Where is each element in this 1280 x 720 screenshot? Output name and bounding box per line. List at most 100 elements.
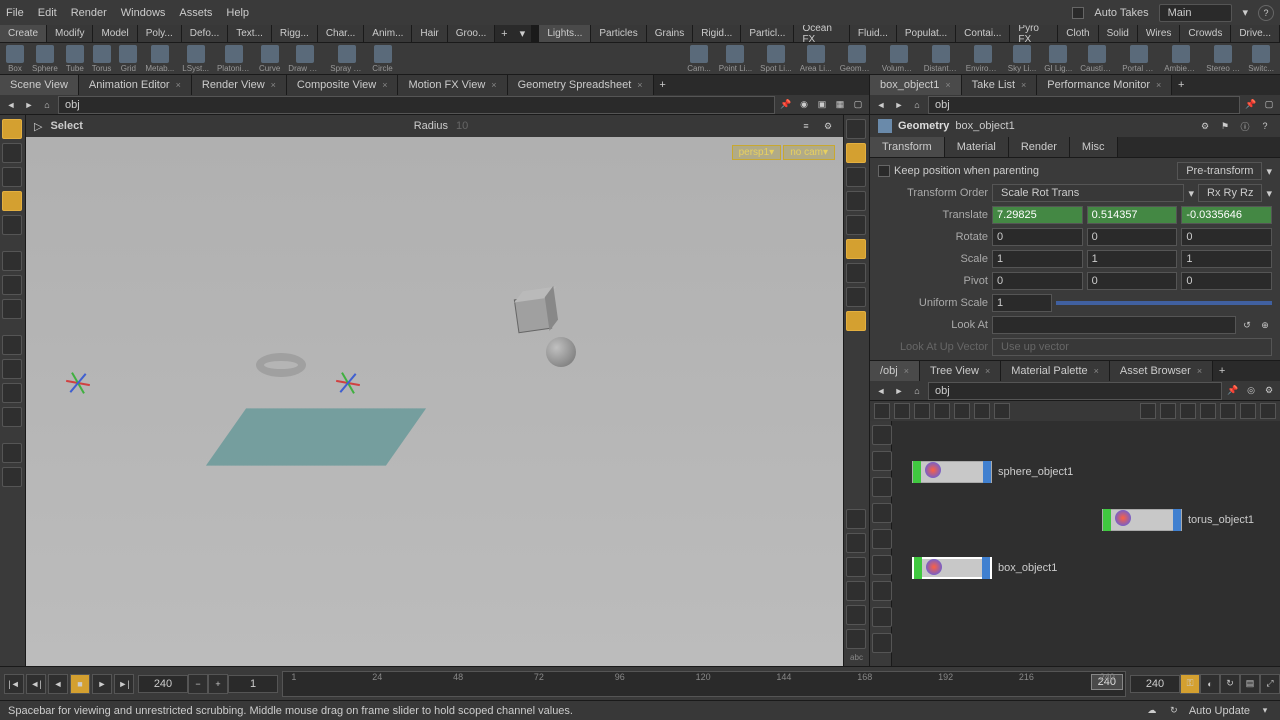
net-side6[interactable] xyxy=(872,555,892,575)
tool-drawcur[interactable]: Draw Cur... xyxy=(286,45,324,73)
cur-frame-field[interactable] xyxy=(138,675,188,693)
add-tab-icon[interactable]: + xyxy=(1172,75,1190,95)
house-icon[interactable]: ⌂ xyxy=(40,98,54,112)
tab-perf-mon[interactable]: Performance Monitor× xyxy=(1037,75,1172,95)
disp-toolA[interactable] xyxy=(846,509,866,529)
lookat-field[interactable] xyxy=(992,316,1236,334)
cube-icon[interactable]: ▣ xyxy=(815,98,829,112)
net-sort4-icon[interactable] xyxy=(1200,403,1216,419)
pane-tab-scene-view[interactable]: Scene View xyxy=(0,75,79,95)
shelf-tab-crowds[interactable]: Crowds xyxy=(1180,25,1231,42)
tool-torus[interactable]: Torus xyxy=(90,45,114,73)
pane-tab-composite-view[interactable]: Composite View× xyxy=(287,75,399,95)
tab-box-object[interactable]: box_object1× xyxy=(870,75,962,95)
pane-tab-animation-editor[interactable]: Animation Editor× xyxy=(79,75,192,95)
last-frame-button[interactable]: ►| xyxy=(114,674,134,694)
take-menu-icon[interactable]: ▾ xyxy=(1242,6,1248,19)
first-frame-button[interactable]: |◄ xyxy=(4,674,24,694)
disp-toolB[interactable] xyxy=(846,533,866,553)
tool-causticli[interactable]: Caustic Li... xyxy=(1078,45,1116,73)
info-icon[interactable]: ⓘ xyxy=(1238,119,1252,133)
close-icon[interactable]: × xyxy=(176,80,181,90)
disp-tool5[interactable] xyxy=(846,239,866,259)
tab-misc[interactable]: Misc xyxy=(1070,137,1118,157)
net-side1[interactable] xyxy=(872,425,892,445)
tool-curve[interactable]: Curve xyxy=(257,45,282,73)
torus-object[interactable] xyxy=(256,353,306,377)
tl-opt2-icon[interactable]: ↻ xyxy=(1220,674,1240,694)
viewport-path-input[interactable] xyxy=(58,96,775,114)
shelf-tab-model[interactable]: Model xyxy=(93,25,137,42)
shelf-tab-poly[interactable]: Poly... xyxy=(138,25,182,42)
net-path-input[interactable] xyxy=(928,382,1222,400)
tool-areali[interactable]: Area Li... xyxy=(798,45,834,73)
close-icon[interactable]: × xyxy=(945,80,950,90)
close-icon[interactable]: × xyxy=(491,80,496,90)
pivot-x-field[interactable] xyxy=(992,272,1083,290)
tab-material[interactable]: Material xyxy=(945,137,1009,157)
rotate-z-field[interactable] xyxy=(1181,228,1272,246)
tab-transform[interactable]: Transform xyxy=(870,137,945,157)
pane-add-tab[interactable]: + xyxy=(654,75,672,95)
net-view3-icon[interactable] xyxy=(954,403,970,419)
tool-environme[interactable]: Environme... xyxy=(964,45,1002,73)
tool-gilig[interactable]: GI Lig... xyxy=(1042,45,1074,73)
frame-plus-button[interactable]: + xyxy=(208,674,228,694)
shelf-tab-contai[interactable]: Contai... xyxy=(956,25,1010,42)
net-side5[interactable] xyxy=(872,529,892,549)
tool-grid[interactable]: Grid xyxy=(117,45,139,73)
tool-spotli[interactable]: Spot Li... xyxy=(758,45,794,73)
target-icon[interactable]: ◎ xyxy=(1244,384,1258,398)
pin-icon[interactable]: 📌 xyxy=(1226,384,1240,398)
tool-sprayp[interactable]: Spray P... xyxy=(328,45,366,73)
tool-sphere[interactable]: Sphere xyxy=(30,45,60,73)
flag-icon[interactable]: ⚑ xyxy=(1218,119,1232,133)
net-tab-asset[interactable]: Asset Browser× xyxy=(1110,361,1213,381)
tab-render[interactable]: Render xyxy=(1009,137,1070,157)
shelf-tab-text[interactable]: Text... xyxy=(228,25,272,42)
net-side2[interactable] xyxy=(872,451,892,471)
disp-tool7[interactable] xyxy=(846,287,866,307)
disp-tool1[interactable] xyxy=(846,119,866,139)
shelf-tab-drive[interactable]: Drive... xyxy=(1231,25,1280,42)
construct-tool[interactable] xyxy=(2,335,22,355)
disp-toolE[interactable] xyxy=(846,605,866,625)
shelf-tab-groo[interactable]: Groo... xyxy=(448,25,496,42)
close-icon[interactable]: × xyxy=(382,80,387,90)
rotate-y-field[interactable] xyxy=(1087,228,1178,246)
view-tool[interactable] xyxy=(2,119,22,139)
time-ruler[interactable]: 240 124487296120144168192216240 xyxy=(282,671,1126,697)
viewport-gear-icon[interactable]: ⚙ xyxy=(821,119,835,133)
pane-tab-geometry-spreadsheet[interactable]: Geometry Spreadsheet× xyxy=(508,75,654,95)
translate-y-field[interactable] xyxy=(1087,206,1178,224)
shelf-tab-lights[interactable]: Lights... xyxy=(539,25,591,42)
tool-portalli[interactable]: Portal Li... xyxy=(1120,45,1158,73)
play-back-button[interactable]: ◄ xyxy=(48,674,68,694)
shelf-tab-particl[interactable]: Particl... xyxy=(741,25,794,42)
shelf-tab-wires[interactable]: Wires xyxy=(1138,25,1181,42)
box-object[interactable] xyxy=(514,295,552,333)
frame-minus-button[interactable]: − xyxy=(188,674,208,694)
menu-windows[interactable]: Windows xyxy=(121,7,166,19)
disp-tool3[interactable] xyxy=(846,191,866,211)
translate-x-field[interactable] xyxy=(992,206,1083,224)
shelf-tab-solid[interactable]: Solid xyxy=(1099,25,1138,42)
cloud-icon[interactable]: ☁ xyxy=(1145,704,1159,718)
menu-help[interactable]: Help xyxy=(226,7,249,19)
net-side9[interactable] xyxy=(872,633,892,653)
net-sort2-icon[interactable] xyxy=(1160,403,1176,419)
net-view1-icon[interactable] xyxy=(914,403,930,419)
shelf-tab-hair[interactable]: Hair xyxy=(412,25,447,42)
tool-box[interactable]: Box xyxy=(4,45,26,73)
tl-opt4-icon[interactable]: ⤢ xyxy=(1260,674,1280,694)
shelf-tab-pyrofx[interactable]: Pyro FX xyxy=(1010,25,1058,42)
net-sort5-icon[interactable] xyxy=(1220,403,1236,419)
pin-icon[interactable]: 📌 xyxy=(779,98,793,112)
play-button[interactable]: ► xyxy=(92,674,112,694)
tl-opt3-icon[interactable]: ▤ xyxy=(1240,674,1260,694)
auto-takes-checkbox[interactable] xyxy=(1072,7,1084,19)
start-frame-field[interactable] xyxy=(228,675,278,693)
net-side3[interactable] xyxy=(872,477,892,497)
take-dropdown[interactable]: Main xyxy=(1159,4,1233,22)
shelf-tab-populat[interactable]: Populat... xyxy=(897,25,956,42)
